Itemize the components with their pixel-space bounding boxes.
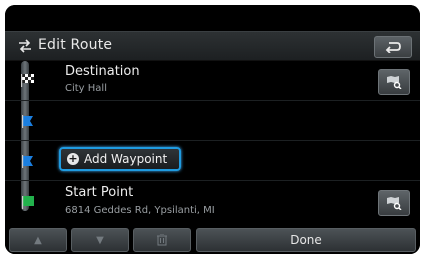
map-search-icon <box>387 197 402 210</box>
start-point-address: 6814 Geddes Rd, Ypsilanti, MI <box>65 205 215 216</box>
back-icon <box>385 42 401 53</box>
status-bar <box>5 5 420 29</box>
destination-map-button[interactable] <box>378 69 410 95</box>
start-point-label: Start Point <box>65 185 134 200</box>
list-item-start-point[interactable]: Start Point 6814 Geddes Rd, Ypsilanti, M… <box>5 181 420 221</box>
map-search-icon <box>387 76 402 89</box>
trash-icon <box>157 234 167 246</box>
done-button[interactable]: Done <box>196 228 416 252</box>
destination-label: Destination <box>65 64 140 79</box>
page-title: Edit Route <box>38 37 113 53</box>
start-flag-icon <box>22 196 34 209</box>
add-waypoint-button[interactable]: + Add Waypoint <box>59 147 181 171</box>
checkered-flag-icon <box>21 74 34 87</box>
waypoint-flag-icon <box>22 155 33 168</box>
move-up-button[interactable]: ▲ <box>9 228 67 252</box>
list-item-destination[interactable]: Destination City Hall <box>5 61 420 101</box>
title-bar: Edit Route <box>5 31 420 61</box>
edit-route-icon <box>19 39 31 53</box>
start-point-map-button[interactable] <box>378 190 410 216</box>
list-item-waypoint-slot <box>5 101 420 141</box>
plus-icon: + <box>67 152 79 165</box>
add-waypoint-label: Add Waypoint <box>84 152 168 166</box>
waypoint-flag-icon <box>22 115 33 128</box>
destination-address: City Hall <box>65 83 107 94</box>
delete-button[interactable] <box>133 228 191 252</box>
bottom-toolbar: ▲ ▼ Done <box>5 223 420 254</box>
screen: Edit Route Destination City Hall Start P… <box>5 5 420 254</box>
move-down-button[interactable]: ▼ <box>71 228 129 252</box>
back-button[interactable] <box>374 36 412 58</box>
route-list: Destination City Hall Start Point 6814 G… <box>5 61 420 221</box>
